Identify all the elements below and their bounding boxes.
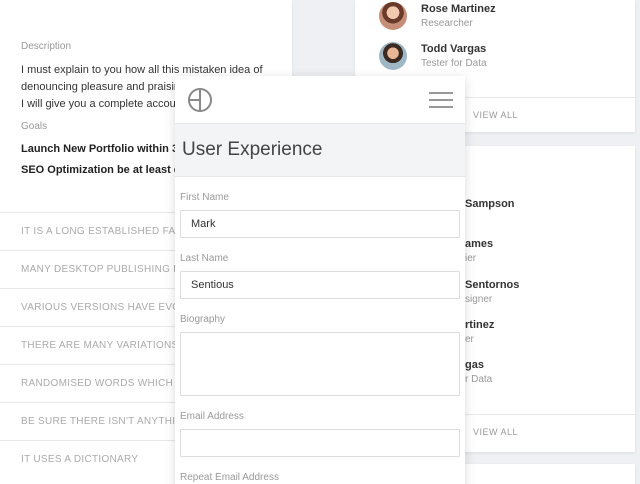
member-name: ames <box>465 238 494 250</box>
form-header <box>175 76 465 123</box>
team-member[interactable]: rtinez er <box>465 319 494 345</box>
email-label: Email Address <box>180 411 244 422</box>
avatar <box>379 42 407 70</box>
avatar <box>379 2 407 30</box>
team-member[interactable]: ames ier <box>465 238 493 264</box>
member-role: signer <box>465 294 493 305</box>
member-role: er <box>465 334 474 345</box>
team-member[interactable]: Sampson <box>465 198 515 210</box>
last-name-input[interactable] <box>180 271 460 299</box>
member-name: Rose Martinez <box>421 3 496 15</box>
hamburger-menu-icon[interactable] <box>429 91 453 108</box>
member-name: gas <box>465 359 484 371</box>
user-experience-form: User Experience First Name Last Name Bio… <box>175 76 465 484</box>
goals-label: Goals <box>21 121 48 132</box>
member-name: Sentornos <box>465 279 520 291</box>
team-member[interactable]: gas r Data <box>465 359 492 385</box>
team-member[interactable]: Todd Vargas Tester for Data <box>379 42 487 70</box>
member-role: Tester for Data <box>421 58 487 69</box>
last-name-label: Last Name <box>180 253 229 264</box>
biography-textarea[interactable] <box>180 332 460 396</box>
repeat-email-label: Repeat Email Address <box>180 472 279 483</box>
member-role: r Data <box>465 374 493 385</box>
member-role: ier <box>465 253 477 264</box>
member-name: Sampson <box>465 198 515 210</box>
logo-icon <box>188 87 212 112</box>
member-name: rtinez <box>465 319 495 331</box>
first-name-label: First Name <box>180 192 229 203</box>
team-member[interactable]: Rose Martinez Researcher <box>379 2 496 30</box>
first-name-input[interactable] <box>180 210 460 238</box>
email-input[interactable] <box>180 429 460 457</box>
page-title: User Experience <box>175 123 465 177</box>
team-member[interactable]: Sentornos signer <box>465 279 519 305</box>
biography-label: Biography <box>180 314 226 325</box>
description-label: Description <box>21 41 72 52</box>
member-name: Todd Vargas <box>421 43 487 55</box>
member-role: Researcher <box>421 18 473 29</box>
